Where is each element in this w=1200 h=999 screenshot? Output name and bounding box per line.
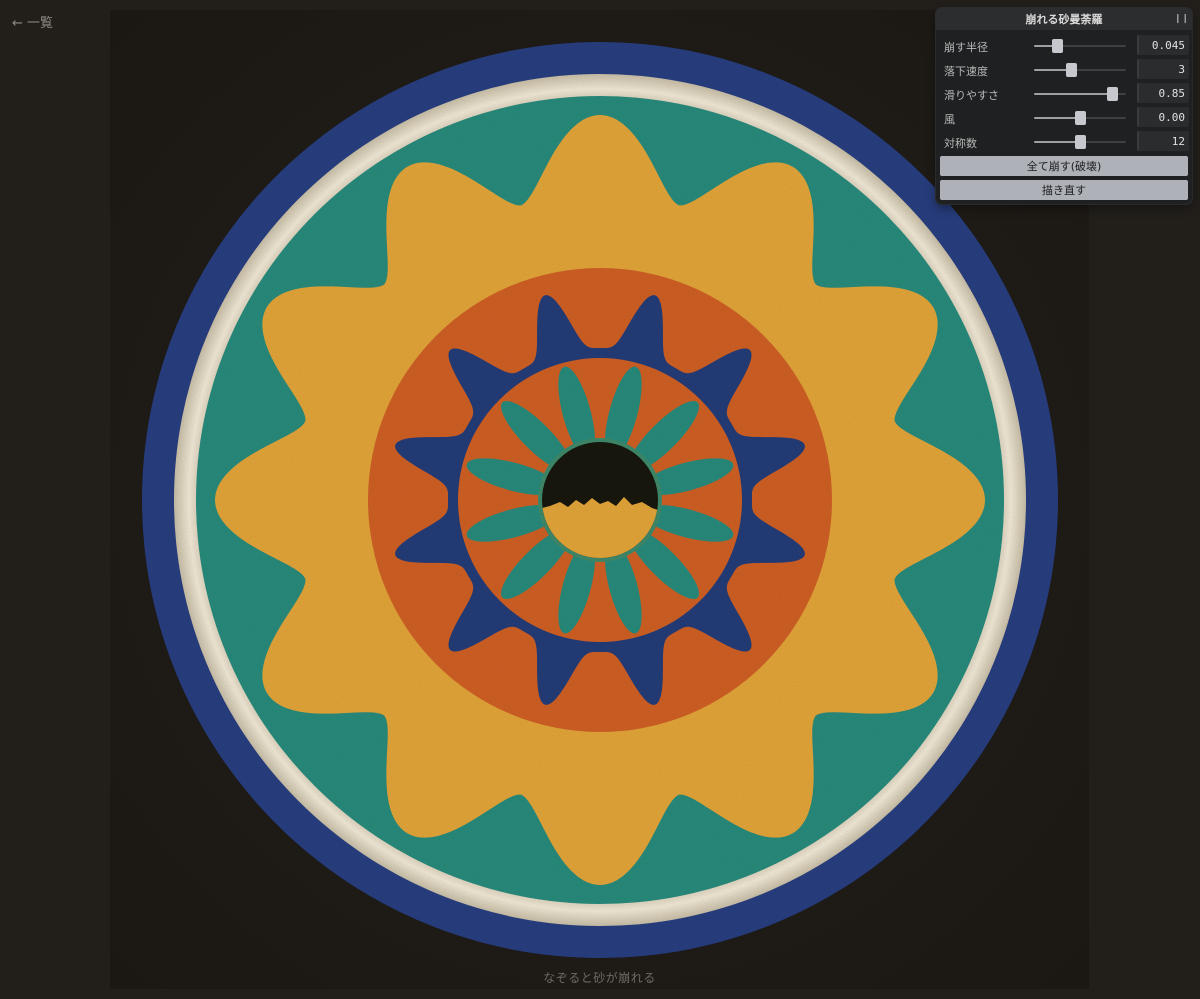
symmetry-input[interactable] xyxy=(1137,131,1189,151)
panel-title: 崩れる砂曼荼羅 xyxy=(1025,13,1103,26)
slipperiness-input[interactable] xyxy=(1137,83,1189,103)
param-row-slipperiness: 滑りやすさ xyxy=(936,82,1192,106)
param-label: 落下速度 xyxy=(944,65,988,78)
slider-thumb[interactable] xyxy=(1065,63,1077,77)
param-row-wind: 風 xyxy=(936,106,1192,130)
control-panel: 崩れる砂曼荼羅 ❙❙ 崩す半径 落下速度 滑りやすさ 風 対称数 全て崩す(破壊… xyxy=(936,8,1192,204)
param-label: 対称数 xyxy=(944,137,977,150)
back-link[interactable]: ← 一覧 xyxy=(12,12,53,31)
hint-text: なぞると砂が崩れる xyxy=(543,971,656,985)
collapse-all-button[interactable]: 全て崩す(破壊) xyxy=(940,156,1188,176)
param-row-fall-speed: 落下速度 xyxy=(936,58,1192,82)
radius-slider[interactable] xyxy=(1034,39,1126,53)
param-label: 滑りやすさ xyxy=(944,89,999,102)
fall-speed-input[interactable] xyxy=(1137,59,1189,79)
symmetry-slider[interactable] xyxy=(1034,135,1126,149)
slider-thumb[interactable] xyxy=(1052,39,1063,53)
slipperiness-slider[interactable] xyxy=(1034,87,1126,101)
param-label: 風 xyxy=(944,113,955,126)
param-label: 崩す半径 xyxy=(944,41,988,54)
fall-speed-slider[interactable] xyxy=(1034,63,1126,77)
panel-header: 崩れる砂曼荼羅 ❙❙ xyxy=(936,8,1192,30)
pause-icon[interactable]: ❙❙ xyxy=(1174,13,1189,25)
wind-input[interactable] xyxy=(1137,107,1189,127)
slider-thumb[interactable] xyxy=(1107,87,1119,101)
slider-thumb[interactable] xyxy=(1075,111,1086,125)
param-row-symmetry: 対称数 xyxy=(936,130,1192,154)
redraw-button[interactable]: 描き直す xyxy=(940,180,1188,200)
wind-slider[interactable] xyxy=(1034,111,1126,125)
param-row-radius: 崩す半径 xyxy=(936,34,1192,58)
radius-input[interactable] xyxy=(1137,35,1189,55)
slider-thumb[interactable] xyxy=(1075,135,1086,149)
